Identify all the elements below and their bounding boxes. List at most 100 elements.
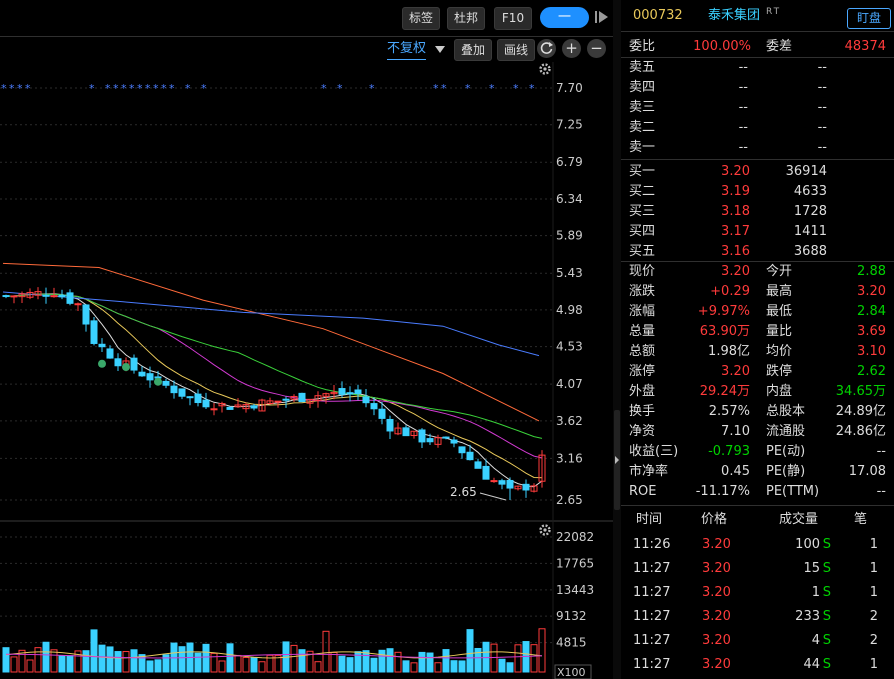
volume-bar — [82, 650, 90, 673]
dubang-button[interactable]: 杜邦 — [447, 7, 485, 30]
quote-value: 29.24万 — [699, 384, 750, 399]
price-tick-label: 5.89 — [556, 229, 583, 243]
volume-bar — [386, 648, 394, 673]
minimize-toggle-button[interactable]: 一 — [540, 7, 589, 28]
candle-body — [90, 320, 98, 344]
quote-value: -- — [876, 484, 886, 499]
watch-button[interactable]: 盯盘 — [847, 8, 891, 29]
candle-body — [418, 429, 426, 443]
quote-value: 2.62 — [857, 364, 886, 379]
tick-row: 11:27 3.20 4 S 2 — [621, 631, 894, 651]
tick-count: 2 — [869, 609, 878, 624]
divider — [621, 505, 894, 506]
signal-marker: * — [137, 82, 143, 95]
low-price-label: 2.65 — [450, 485, 477, 499]
price-tick-label: 3.16 — [556, 451, 583, 465]
tick-price: 3.20 — [702, 609, 731, 624]
volume-bar — [378, 649, 386, 673]
tick-volume: 4 — [811, 633, 820, 648]
quote-value: 63.90万 — [699, 324, 750, 339]
tick-volume: 15 — [803, 561, 820, 576]
f10-button[interactable]: F10 — [494, 7, 532, 30]
volume-bar — [490, 643, 498, 673]
buy-signal-dot — [98, 359, 106, 368]
fuquan-select[interactable]: 不复权 — [387, 39, 427, 60]
quote-label: 总额 — [629, 344, 656, 359]
volume-bar — [58, 655, 66, 673]
quote-label: 最低 — [766, 304, 793, 319]
quote-value: 2.88 — [857, 264, 886, 279]
refresh-icon[interactable] — [537, 39, 556, 58]
tick-flag: S — [822, 633, 831, 648]
candle-body — [362, 396, 370, 404]
volume-bar — [106, 646, 114, 673]
bid-price: 3.16 — [721, 244, 750, 259]
chevron-down-icon[interactable] — [434, 43, 446, 53]
candle-body — [194, 393, 202, 404]
volume-bar — [26, 659, 34, 673]
quote-label: 量比 — [766, 324, 793, 339]
volume-bar — [442, 649, 450, 673]
signal-marker: * — [153, 82, 159, 95]
fuquan-label: 不复权 — [387, 41, 427, 56]
ask-price: -- — [738, 80, 748, 95]
zoom-in-icon[interactable]: + — [562, 39, 581, 58]
quote-label: 总量 — [629, 324, 656, 339]
tick-time: 11:27 — [633, 585, 671, 600]
volume-bar — [410, 662, 418, 673]
volume-bar — [202, 643, 210, 673]
volume-bar — [370, 657, 378, 673]
candle-body — [474, 461, 482, 469]
quote-row: 市净率 0.45 PE(静) 17.08 — [621, 462, 894, 482]
candle-body — [506, 479, 514, 489]
volume-bar — [122, 651, 130, 673]
volume-bar — [66, 655, 74, 673]
volume-bar — [2, 647, 10, 673]
volume-tick-label: 22082 — [556, 530, 594, 544]
quote-value: 3.20 — [721, 264, 750, 279]
stock-name: 泰禾集团 — [708, 8, 761, 23]
tick-count: 1 — [869, 585, 878, 600]
tick-price: 3.20 — [702, 561, 731, 576]
quote-value: 3.20 — [721, 364, 750, 379]
zoom-out-icon[interactable]: − — [587, 39, 606, 58]
tick-row: 11:27 3.20 15 S 1 — [621, 559, 894, 579]
candle-body — [338, 388, 346, 395]
quote-row: 换手 2.57% 总股本 24.89亿 — [621, 402, 894, 422]
signal-marker: * — [161, 82, 167, 95]
candle-body — [210, 408, 218, 411]
signal-marker: * — [529, 82, 535, 95]
volume-bar — [98, 644, 106, 673]
quote-value: 2.84 — [857, 304, 886, 319]
volume-bar — [210, 652, 218, 673]
price-tick-label: 4.07 — [556, 377, 583, 391]
panel-splitter[interactable] — [613, 0, 621, 679]
candle-body — [298, 392, 306, 403]
draw-line-button[interactable]: 画线 — [497, 39, 535, 61]
chart-subbar: 不复权 叠加 画线 + − — [0, 37, 613, 62]
quote-panel: 000732 泰禾集团 RT 盯盘 委比 100.00% 委差 48374 卖五… — [621, 0, 894, 679]
volume-bar — [258, 661, 266, 673]
overlay-button[interactable]: 叠加 — [454, 39, 492, 61]
kline-chart[interactable]: 7.70 7.25 6.79 6.34 5.89 5.43 4.98 4.53 4.07 3.62… — [0, 62, 613, 679]
collapse-arrow-icon[interactable] — [614, 455, 620, 465]
bid-volume: 3688 — [793, 244, 827, 259]
volume-bar — [330, 651, 338, 673]
tick-time: 11:26 — [633, 537, 671, 552]
tick-flag: S — [822, 609, 831, 624]
tag-button[interactable]: 标签 — [402, 7, 440, 30]
stock-code: 000732 — [633, 8, 683, 23]
ask-label: 卖四 — [629, 80, 656, 95]
ask-volume: -- — [817, 60, 827, 75]
volume-bar — [314, 661, 322, 673]
price-tick-label: 5.43 — [556, 266, 583, 280]
chart-toolbar: 标签 杜邦 F10 一 — [0, 0, 613, 36]
quote-label: 市净率 — [629, 464, 669, 479]
quote-value: 2.57% — [708, 404, 750, 419]
play-icon[interactable] — [595, 9, 609, 25]
quote-value: +0.29 — [710, 284, 750, 299]
gear-icon — [543, 528, 547, 532]
volume-bar — [146, 660, 154, 673]
candle-body — [402, 427, 410, 437]
ticks-header-price: 价格 — [701, 512, 728, 527]
